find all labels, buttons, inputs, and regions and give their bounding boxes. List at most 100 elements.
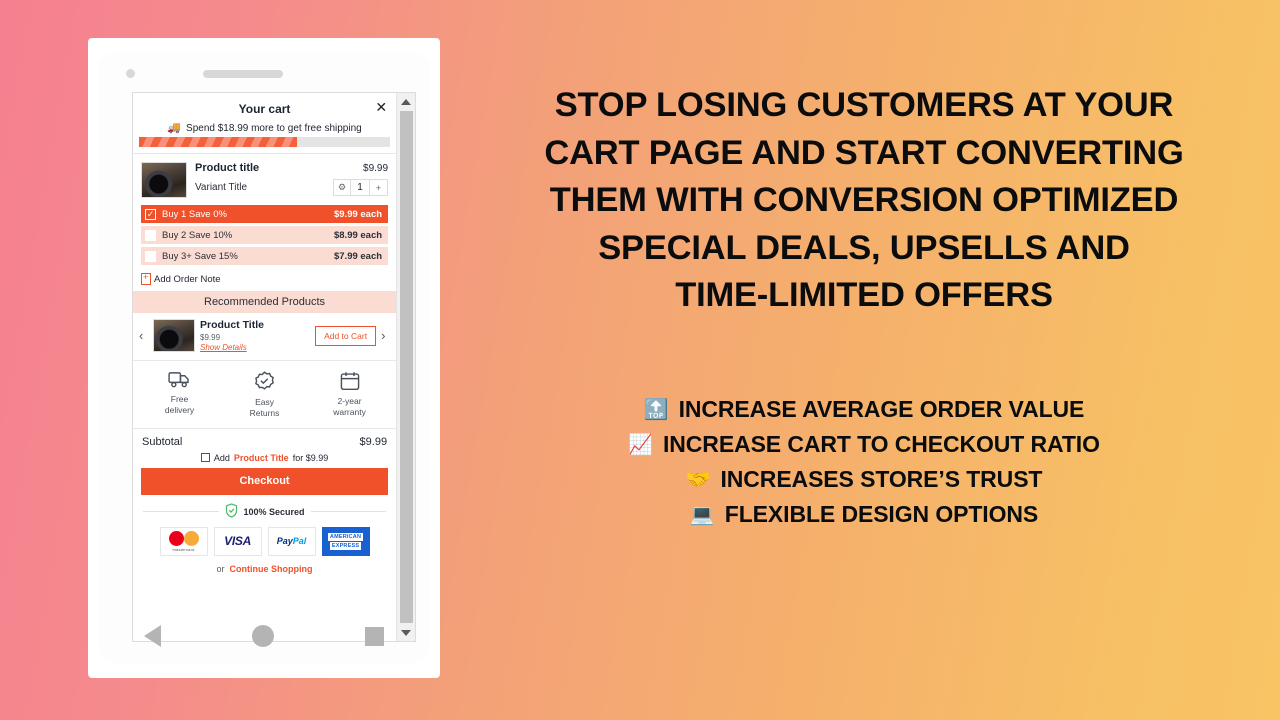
- paypal-icon: PayPal: [267, 526, 316, 556]
- upsell-add-label: Add: [213, 452, 230, 463]
- secured-label: 100% Secured: [243, 506, 305, 517]
- volume-discount-tiers: ✓ Buy 1 Save 0% $9.99 each Buy 2 Save 10…: [133, 203, 396, 268]
- badge-line-1: 2-year: [337, 396, 362, 406]
- line-item-variant-row: Variant Title ⚙ 1 +: [195, 179, 389, 196]
- badge-line-2: warranty: [333, 407, 366, 418]
- benefit-label-3: INCREASES STORE’S TRUST: [720, 466, 1043, 492]
- page-title: Your cart: [238, 102, 291, 116]
- checkout-button[interactable]: Checkout: [141, 467, 389, 495]
- mastercard-label: mastercard: [172, 546, 195, 552]
- tier-option-2[interactable]: Buy 2 Save 10% $8.99 each: [141, 226, 389, 244]
- amex-line-1: AMERICAN: [327, 532, 364, 541]
- line-item-price: $9.99: [363, 163, 389, 174]
- payment-methods: mastercard VISA PayPal AMERICAN EXPRESS: [133, 526, 396, 562]
- recommended-product-price: $9.99: [200, 333, 221, 342]
- headline-line-1: STOP LOSING CUSTOMERS AT YOUR: [554, 86, 1174, 124]
- truck-icon: [168, 371, 191, 389]
- upsell-product-name[interactable]: Product Title: [234, 453, 289, 463]
- shield-icon: [225, 503, 238, 521]
- line-item-title[interactable]: Product title: [195, 162, 259, 174]
- phone-screen: Your cart ✕ 🚚 Spend $18.99 more to get f…: [98, 52, 430, 664]
- promo-headline: STOP LOSING CUSTOMERS AT YOUR CART PAGE …: [500, 82, 1228, 320]
- badge-warranty-label: 2-year warranty: [333, 396, 366, 419]
- quantity-value[interactable]: 1: [351, 180, 371, 195]
- badge-line-2: Returns: [249, 408, 280, 419]
- scrollbar-thumb[interactable]: [399, 111, 413, 623]
- badge-free-delivery: Free delivery: [137, 371, 222, 420]
- recommended-product-thumbnail[interactable]: [153, 319, 195, 352]
- phone-mockup: Your cart ✕ 🚚 Spend $18.99 more to get f…: [88, 38, 440, 678]
- scroll-up-button[interactable]: [397, 93, 415, 110]
- tier-checkbox-3[interactable]: [145, 250, 156, 262]
- benefits-list: 🔝 INCREASE AVERAGE ORDER VALUE 📈 INCREAS…: [500, 392, 1228, 532]
- scrollbar[interactable]: [396, 93, 415, 641]
- free-shipping-message: Spend $18.99 more to get free shipping: [186, 123, 362, 134]
- benefit-item-1: 🔝 INCREASE AVERAGE ORDER VALUE: [500, 392, 1228, 427]
- tier-option-1[interactable]: ✓ Buy 1 Save 0% $9.99 each: [141, 205, 389, 223]
- amex-line-2: EXPRESS: [329, 541, 362, 550]
- visa-label: VISA: [224, 534, 251, 549]
- laptop-icon: 💻: [689, 503, 715, 526]
- headline-line-2: CART PAGE AND START CONVERTING: [544, 133, 1184, 172]
- progress-fill: [139, 137, 298, 147]
- carousel-next-icon[interactable]: ›: [381, 329, 390, 342]
- chart-increasing-icon: 📈: [628, 433, 653, 456]
- secured-notice: 100% Secured: [133, 495, 396, 527]
- headline-line-4: SPECIAL DEALS, UPSELLS AND: [598, 228, 1130, 267]
- check-icon: ✓: [146, 208, 155, 219]
- tier-checkbox-2[interactable]: [145, 229, 156, 241]
- badge-easy-returns-label: Easy Returns: [250, 397, 280, 420]
- headline-line-3: THEM WITH CONVERSION OPTIMIZED: [549, 181, 1179, 220]
- continue-or-label: or: [216, 563, 225, 574]
- calendar-icon: [340, 371, 360, 391]
- continue-shopping-link[interactable]: Continue Shopping: [230, 564, 313, 574]
- recommended-product-title[interactable]: Product Title: [200, 319, 310, 331]
- tier-label-2: Buy 2 Save 10%: [162, 229, 233, 241]
- tier-label-3: Buy 3+ Save 15%: [162, 250, 238, 262]
- paypal-word-a: Pay: [276, 536, 293, 547]
- top-arrow-icon: 🔝: [643, 398, 669, 421]
- paypal-label: PayPal: [277, 536, 307, 546]
- back-icon[interactable]: [143, 625, 161, 647]
- add-order-note-button[interactable]: Add Order Note: [133, 268, 396, 291]
- upsell-checkbox[interactable]: [200, 453, 210, 463]
- tier-checkbox-1[interactable]: ✓: [145, 208, 156, 220]
- carousel-prev-icon[interactable]: ‹: [139, 329, 148, 342]
- tier-price-3: $7.99 each: [333, 250, 383, 262]
- recent-apps-icon[interactable]: [365, 626, 385, 646]
- benefit-label-2: INCREASE CART TO CHECKOUT RATIO: [663, 431, 1100, 457]
- recommended-products-header: Recommended Products: [133, 291, 397, 313]
- divider: [310, 511, 387, 513]
- tier-price-1: $9.99 each: [333, 208, 383, 220]
- divider: [143, 511, 219, 513]
- add-to-cart-button[interactable]: Add to Cart: [315, 325, 377, 346]
- increase-quantity-button[interactable]: +: [370, 180, 387, 195]
- paypal-word-b: Pal: [292, 536, 307, 547]
- show-details-link[interactable]: Show Details: [200, 343, 310, 352]
- note-add-icon: [141, 271, 151, 285]
- subtotal-value: $9.99: [359, 435, 388, 448]
- line-item-details: Product title $9.99 Variant Title ⚙ 1 +: [195, 162, 389, 196]
- add-order-note-label: Add Order Note: [154, 273, 221, 285]
- close-icon[interactable]: ✕: [375, 100, 387, 114]
- line-item-title-row: Product title $9.99: [195, 162, 388, 174]
- tier-label-1: Buy 1 Save 0%: [162, 208, 227, 220]
- cart-line-item: Product title $9.99 Variant Title ⚙ 1 +: [133, 154, 396, 203]
- tier-option-3[interactable]: Buy 3+ Save 15% $7.99 each: [141, 247, 389, 265]
- benefit-label-4: FLEXIBLE DESIGN OPTIONS: [724, 501, 1039, 527]
- recommended-product-details: Product Title $9.99 Show Details: [200, 319, 310, 352]
- product-thumbnail[interactable]: [141, 162, 187, 198]
- front-camera-icon: [126, 69, 135, 78]
- badge-free-delivery-label: Free delivery: [165, 394, 194, 417]
- mastercard-icon: mastercard: [159, 526, 208, 556]
- benefit-item-4: 💻 FLEXIBLE DESIGN OPTIONS: [500, 497, 1228, 532]
- subtotal-label: Subtotal: [142, 435, 183, 448]
- continue-shopping-row: or Continue Shopping: [133, 562, 396, 582]
- remove-item-icon[interactable]: ⚙: [334, 180, 352, 195]
- badge-line-1: Free: [170, 394, 189, 404]
- upsell-checkbox-row[interactable]: Add Product Title for $9.99: [133, 453, 396, 468]
- quantity-stepper[interactable]: ⚙ 1 +: [332, 179, 389, 196]
- badge-line-2: delivery: [164, 405, 195, 416]
- home-icon[interactable]: [251, 625, 274, 647]
- android-navigation-bar: [98, 616, 430, 656]
